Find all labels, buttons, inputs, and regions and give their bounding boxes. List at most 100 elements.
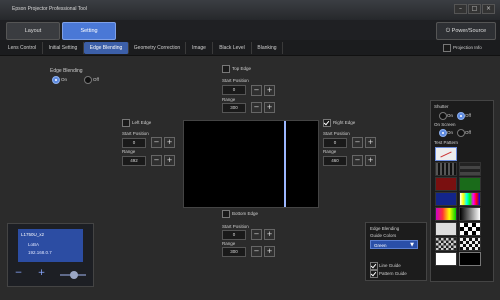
tab-edge-blending[interactable]: Edge Blending [84, 42, 129, 54]
tab-image[interactable]: Image [186, 42, 213, 54]
on-screen-on-label: On [447, 130, 454, 135]
tab-lens-control[interactable]: Lens Control [2, 42, 43, 54]
shutter-label: Shutter [434, 104, 449, 109]
on-screen-label: On Screen [434, 122, 456, 127]
right-edge-guide-line [284, 121, 286, 207]
edge-blending-on-radio[interactable] [52, 76, 60, 84]
pattern-full-white-button[interactable] [435, 252, 457, 266]
setting-button[interactable]: Setting [62, 22, 116, 40]
left-edge-start-plus-button[interactable]: + [164, 137, 175, 148]
projection-info-checkbox[interactable] [443, 44, 451, 52]
zoom-out-button[interactable]: − [14, 269, 23, 278]
guide-color-select[interactable]: Green ▼ [370, 240, 418, 249]
pattern-fine-checker-button[interactable] [435, 237, 457, 251]
bottom-edge-start-field[interactable]: 0 [222, 230, 246, 240]
pattern-off-button[interactable] [435, 147, 457, 161]
left-edge-start-field[interactable]: 0 [122, 138, 146, 148]
pattern-red-button[interactable] [435, 177, 457, 191]
shutter-off-radio[interactable] [457, 112, 465, 120]
bottom-edge-start-plus-button[interactable]: + [264, 229, 275, 240]
left-edge-start-minus-button[interactable]: − [151, 137, 162, 148]
bottom-edge-start-minus-button[interactable]: − [251, 229, 262, 240]
right-edge-range-plus-button[interactable]: + [365, 155, 376, 166]
bottom-edge-range-label: Range [222, 241, 236, 246]
left-edge-range-label: Range [122, 149, 136, 154]
bottom-edge-range-plus-button[interactable]: + [264, 246, 275, 257]
tab-geometry-correction[interactable]: Geometry Correction [129, 42, 186, 54]
tab-blanking[interactable]: Blanking [252, 42, 283, 54]
maximize-icon[interactable]: □ [468, 4, 481, 14]
minimize-icon[interactable]: – [454, 4, 467, 14]
projector-card[interactable]: L1750U_x2 LoBA 192.168.0.7 − + [7, 223, 94, 287]
left-edge-label: Left Edge [132, 120, 152, 125]
on-screen-off-radio[interactable] [457, 129, 465, 137]
left-edge-range-plus-button[interactable]: + [164, 155, 175, 166]
top-edge-range-field[interactable]: 300 [222, 103, 246, 113]
top-edge-start-field[interactable]: 0 [222, 85, 246, 95]
right-edge-start-label: Start Position [323, 131, 350, 136]
bottom-edge-checkbox[interactable] [222, 210, 230, 218]
edge-blending-off-label: Off [93, 77, 99, 82]
pattern-gradient-button[interactable] [435, 207, 457, 221]
edge-blending-off-radio[interactable] [84, 76, 92, 84]
top-edge-start-label: Start Position [222, 78, 249, 83]
bottom-edge-range-field[interactable]: 300 [222, 247, 246, 257]
top-edge-start-plus-button[interactable]: + [264, 85, 275, 96]
pattern-green-button[interactable] [459, 177, 481, 191]
line-guide-checkbox[interactable] [370, 262, 378, 270]
pattern-white-button[interactable] [435, 222, 457, 236]
pattern-checker-button[interactable] [459, 222, 481, 236]
zoom-slider-thumb[interactable] [70, 271, 78, 279]
top-edge-range-label: Range [222, 97, 236, 102]
right-edge-range-field[interactable]: 460 [323, 156, 347, 166]
pattern-black-button[interactable] [459, 252, 481, 266]
edge-blending-label: Edge Blending [50, 68, 83, 74]
left-edge-range-minus-button[interactable]: − [151, 155, 162, 166]
top-edge-range-plus-button[interactable]: + [264, 102, 275, 113]
close-icon[interactable]: × [482, 4, 495, 14]
window-title: Epson Projector Professional Tool [12, 6, 87, 12]
layout-button[interactable]: Layout [6, 22, 60, 40]
pattern-grid-button[interactable] [435, 162, 457, 176]
shutter-on-radio[interactable] [439, 112, 447, 120]
guide-panel: Edge Blending Guide Colors Line Guide Pa… [365, 222, 427, 281]
on-screen-on-radio[interactable] [439, 129, 447, 137]
top-edge-range-minus-button[interactable]: − [251, 102, 262, 113]
projector-screen-thumbnail: L1750U_x2 LoBA 192.168.0.7 [18, 229, 83, 262]
power-source-label: Power/Source [451, 28, 487, 34]
right-edge-label: Right Edge [333, 120, 356, 125]
pattern-checker-alt-button[interactable] [459, 237, 481, 251]
zoom-in-button[interactable]: + [37, 269, 46, 278]
bottom-edge-range-minus-button[interactable]: − [251, 246, 262, 257]
line-guide-label: Line Guide [379, 263, 401, 268]
right-edge-range-label: Range [323, 149, 337, 154]
right-edge-start-minus-button[interactable]: − [352, 137, 363, 148]
guide-title: Edge Blending [370, 226, 400, 231]
top-edge-start-minus-button[interactable]: − [251, 85, 262, 96]
left-edge-checkbox[interactable] [122, 119, 130, 127]
app-window: Epson Projector Professional Tool – □ × … [0, 0, 500, 300]
pattern-blue-button[interactable] [435, 192, 457, 206]
left-edge-start-label: Start Position [122, 131, 149, 136]
left-edge-range-field[interactable]: 492 [122, 156, 146, 166]
top-edge-checkbox[interactable] [222, 65, 230, 73]
right-edge-checkbox[interactable] [323, 119, 331, 127]
pattern-grayscale-button[interactable] [459, 207, 481, 221]
chevron-down-icon: ▼ [410, 242, 414, 248]
shutter-on-label: On [447, 113, 454, 118]
projector-model: L1750U_x2 [21, 232, 45, 237]
pattern-guide-checkbox[interactable] [370, 270, 378, 278]
tab-black-level[interactable]: Black Level [213, 42, 252, 54]
title-bar: Epson Projector Professional Tool – □ × [0, 0, 500, 20]
power-source-button[interactable]: ⏻ Power/Source [436, 22, 496, 40]
top-edge-label: Top Edge [232, 66, 252, 71]
tab-initial-setting[interactable]: Initial Setting [43, 42, 84, 54]
right-edge-start-plus-button[interactable]: + [365, 137, 376, 148]
blend-preview [183, 120, 319, 208]
right-edge-start-field[interactable]: 0 [323, 138, 347, 148]
test-pattern-label: Test Pattern [434, 140, 459, 145]
pattern-color-bars-button[interactable] [459, 192, 481, 206]
right-edge-range-minus-button[interactable]: − [352, 155, 363, 166]
projector-ip: 192.168.0.7 [28, 250, 52, 255]
pattern-crosshatch-button[interactable] [459, 162, 481, 176]
